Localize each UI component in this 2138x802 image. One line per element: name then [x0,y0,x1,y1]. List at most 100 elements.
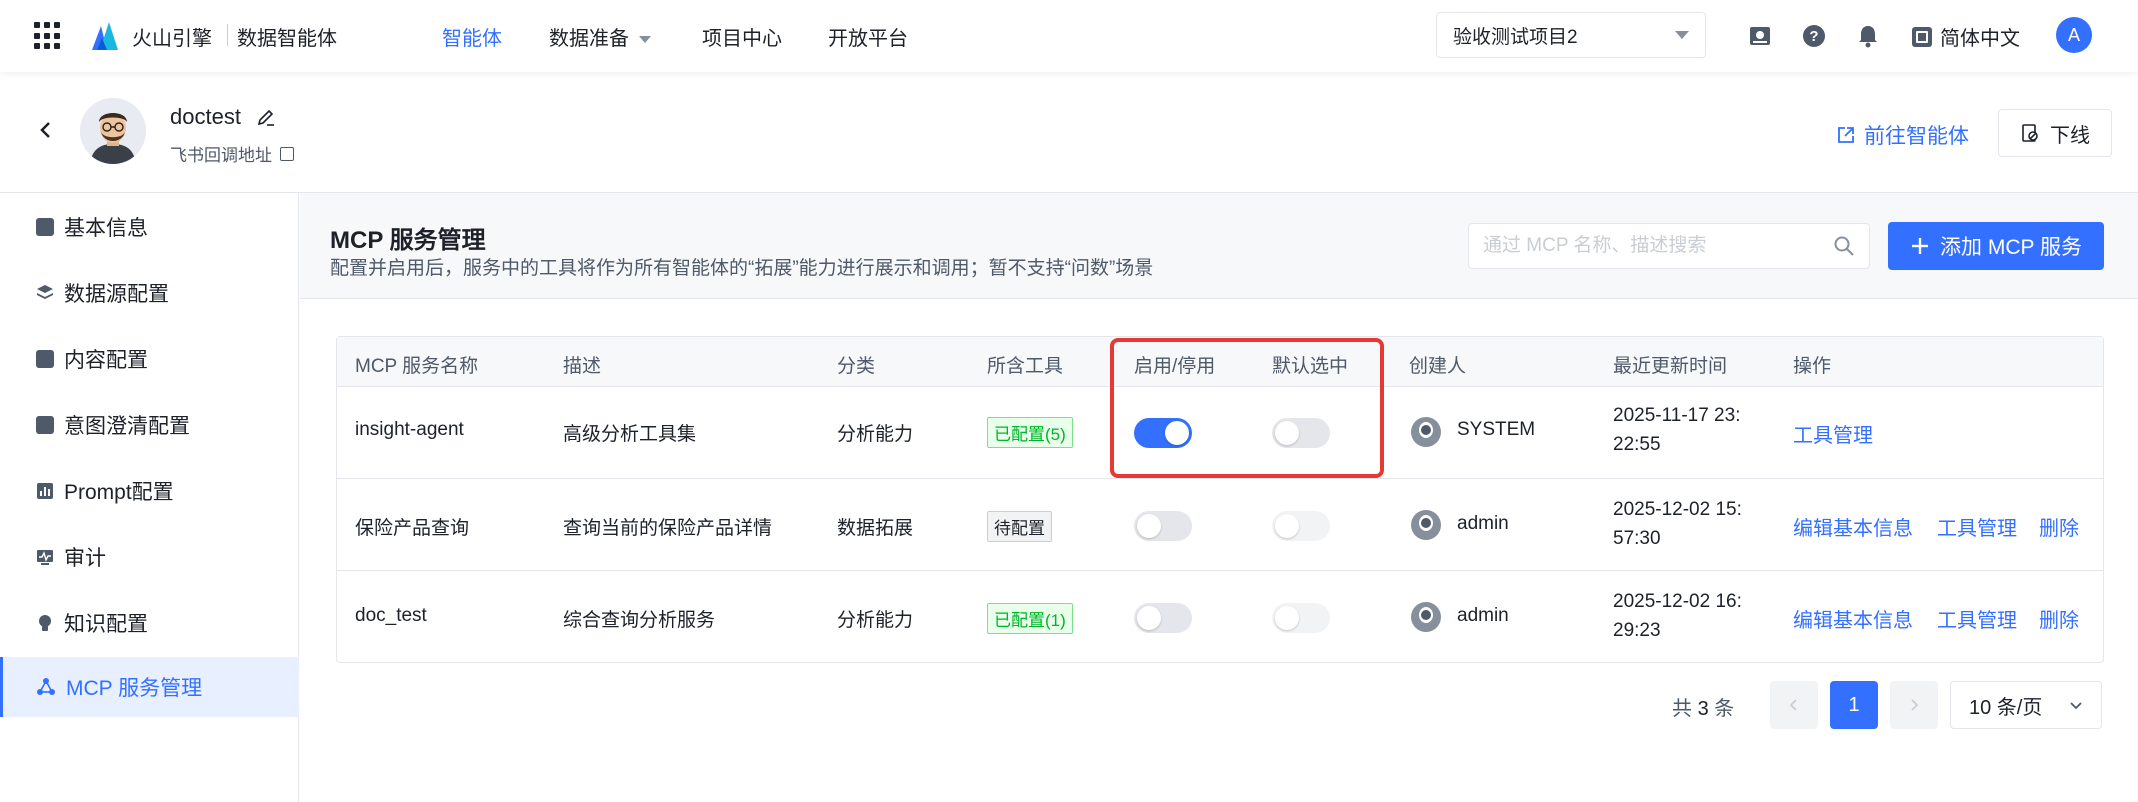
enable-toggle[interactable] [1134,603,1192,633]
chart-icon [37,483,53,499]
search-input[interactable] [1483,235,1823,257]
agent-name: doctest [170,104,241,129]
updated-time: 57:30 [1613,528,1661,549]
nav-open-platform[interactable]: 开放平台 [828,22,908,51]
product-name[interactable]: 数据智能体 [237,22,337,51]
col-creator: 创建人 [1409,356,1467,377]
language-label: 简体中文 [1940,28,2020,50]
sidebar-item-intent[interactable]: 意图澄清配置 [0,395,299,455]
chevron-down-icon [639,36,651,44]
language-switch[interactable]: 简体中文 [1912,22,2020,51]
enable-toggle[interactable] [1134,418,1192,448]
copy-icon[interactable] [280,146,294,161]
toggle-knob [1275,514,1299,538]
tool-manage-link[interactable]: 工具管理 [1793,419,1873,448]
tools-status-badge: 已配置(5) [987,417,1073,448]
enable-toggle[interactable] [1134,511,1192,541]
updated-time: 2025-12-02 15: [1613,499,1742,520]
toggle-knob [1137,514,1161,538]
user-avatar[interactable]: A [2056,17,2092,53]
sidebar-item-label: 意图澄清配置 [64,415,190,438]
sidebar-item-content[interactable]: 内容配置 [0,329,299,389]
add-mcp-button[interactable]: 添加 MCP 服务 [1888,222,2104,270]
chevron-down-icon [1675,31,1689,39]
feishu-callback-label: 飞书回调地址 [170,146,272,165]
updated-time: 29:23 [1613,620,1661,641]
service-desc: 综合查询分析服务 [563,610,716,631]
col-desc: 描述 [563,356,602,377]
service-category: 分析能力 [837,610,914,631]
updated-time: 22:55 [1613,434,1661,455]
creator-avatar [1411,417,1441,447]
sidebar-item-datasource[interactable]: 数据源配置 [0,263,299,323]
edit-icon[interactable] [256,107,276,127]
service-name: doc_test [355,605,427,626]
terminal-icon [36,416,54,434]
col-updated: 最近更新时间 [1613,356,1728,377]
page-size-select[interactable]: 10 条/页 [1950,681,2102,729]
mcp-table: MCP 服务名称 描述 分类 所含工具 启用/停用 默认选中 创建人 最近更新时… [336,336,2104,663]
apps-grid-icon[interactable] [34,22,62,50]
goto-agent-label: 前往智能体 [1864,125,1969,148]
sidebar-item-prompt[interactable]: Prompt配置 [0,461,299,521]
layers-icon [37,285,53,299]
creator-name: admin [1457,605,1509,626]
default-selected-toggle[interactable] [1272,418,1330,448]
chevron-left-icon [1789,699,1797,711]
sidebar-item-knowledge[interactable]: 知识配置 [0,593,299,653]
monitor-icon [37,550,53,565]
col-category: 分类 [837,356,876,377]
page-size-value: 10 条/页 [1969,696,2043,719]
total-suffix: 条 [1714,698,1735,720]
creator-name: admin [1457,513,1509,534]
delete-link[interactable]: 删除 [2039,604,2079,633]
service-name: insight-agent [355,419,464,440]
tool-manage-link[interactable]: 工具管理 [1937,604,2017,633]
feishu-callback-link[interactable]: 飞书回调地址 [170,141,294,166]
sidebar-item-label: Prompt配置 [64,481,174,504]
table-row: 保险产品查询 查询当前的保险产品详情 数据拓展 待配置 admin 2025-1… [337,479,2103,571]
back-arrow-icon[interactable] [36,120,56,140]
help-icon[interactable]: ? [1802,24,1826,48]
bell-icon[interactable] [1856,24,1880,48]
sidebar-item-audit[interactable]: 审计 [0,527,299,587]
search-field[interactable] [1468,223,1870,269]
svg-text:?: ? [1809,28,1818,45]
brand-name[interactable]: 火山引擎 [132,22,212,51]
nav-agents[interactable]: 智能体 [442,22,502,51]
prev-page-button[interactable] [1770,681,1818,729]
next-page-button[interactable] [1890,681,1938,729]
sidebar-item-label: 内容配置 [64,349,148,372]
default-selected-toggle [1272,511,1330,541]
toggle-knob [1165,421,1189,445]
project-select[interactable]: 验收测试项目2 [1436,12,1706,58]
sidebar-item-mcp[interactable]: MCP 服务管理 [0,657,299,717]
offline-button[interactable]: 下线 [1998,109,2112,157]
language-icon [1912,26,1932,47]
edit-basic-info-link[interactable]: 编辑基本信息 [1793,512,1913,541]
sidebar-item-label: 审计 [64,547,106,570]
tool-manage-link[interactable]: 工具管理 [1937,512,2017,541]
project-select-value: 验收测试项目2 [1453,26,1578,48]
delete-link[interactable]: 删除 [2039,512,2079,541]
service-category: 分析能力 [837,424,914,445]
table-row: doc_test 综合查询分析服务 分析能力 已配置(1) admin 2025… [337,571,2103,663]
updated-time: 2025-11-17 23: [1613,405,1741,426]
chevron-down-icon [2070,702,2082,710]
page-title: MCP 服务管理 [330,227,486,254]
top-navbar: 火山引擎 数据智能体 智能体 数据准备 项目中心 开放平台 验收测试项目2 ? … [0,0,2138,72]
nav-data-prep[interactable]: 数据准备 [549,22,651,51]
page-button[interactable]: 1 [1830,681,1878,729]
default-selected-toggle [1272,603,1330,633]
nav-project-center[interactable]: 项目中心 [702,22,782,51]
total-prefix: 共 [1672,698,1692,720]
toggle-knob [1275,606,1299,630]
camera-icon[interactable] [1748,24,1772,48]
mcp-icon [37,678,55,695]
search-icon[interactable] [1833,235,1855,257]
sidebar: 基本信息 数据源配置 内容配置 意图澄清配置 Prompt配置 审计 知识配置 … [0,193,299,802]
edit-basic-info-link[interactable]: 编辑基本信息 [1793,604,1913,633]
goto-agent-link[interactable]: 前往智能体 [1836,120,1969,150]
service-category: 数据拓展 [837,518,914,539]
sidebar-item-basic-info[interactable]: 基本信息 [0,197,299,257]
